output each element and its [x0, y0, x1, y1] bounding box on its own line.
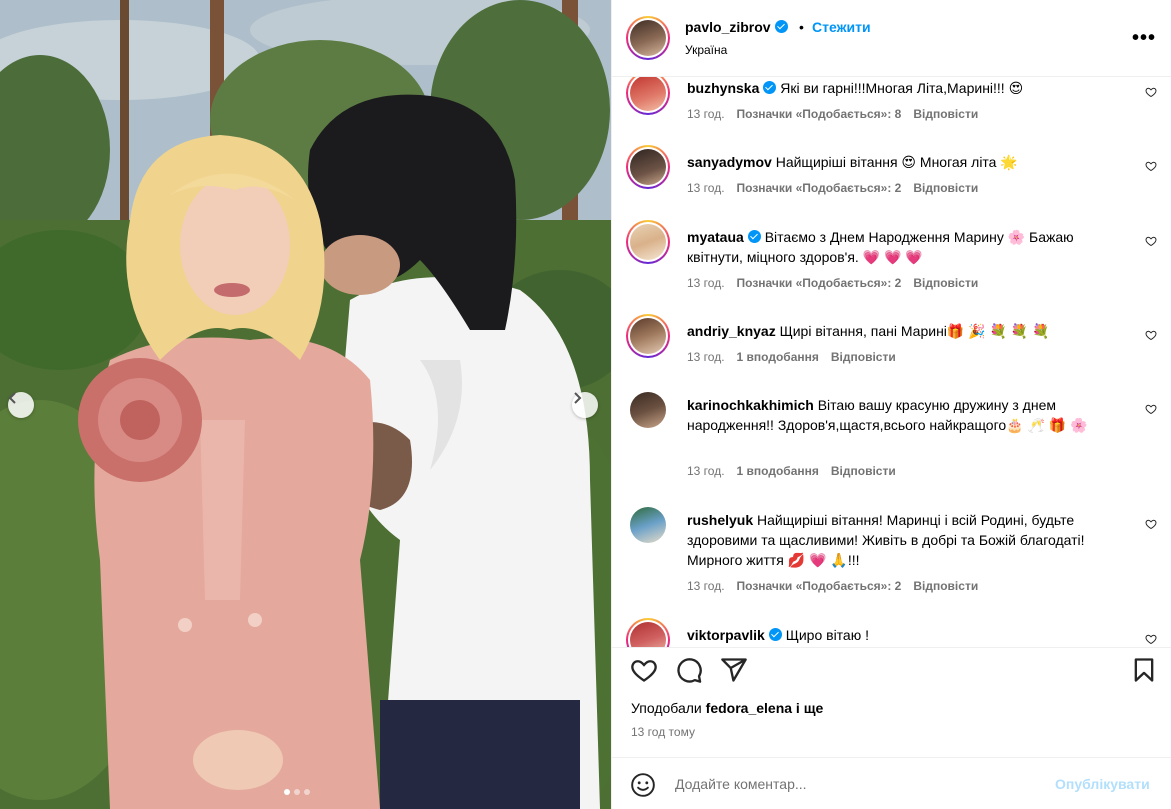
- separator-dot: •: [799, 19, 804, 35]
- comment-input[interactable]: [675, 773, 1045, 795]
- comment-avatar[interactable]: [626, 77, 670, 115]
- post-timestamp[interactable]: 13 год тому: [631, 725, 695, 739]
- comment-text: myataua Вітаємо з Днем Народження Марину…: [687, 229, 1074, 265]
- comment-meta: 13 год. 1 вподобання Відповісти: [687, 464, 896, 478]
- comment-icon[interactable]: [675, 656, 703, 684]
- share-icon[interactable]: [720, 656, 748, 684]
- likes-summary: Уподобали fedora_elena і ще: [631, 700, 824, 716]
- heart-icon[interactable]: [1145, 329, 1157, 341]
- heart-icon[interactable]: [1145, 403, 1157, 415]
- author-username[interactable]: pavlo_zibrov: [685, 19, 788, 35]
- instagram-post-viewer: pavlo_zibrov • Стежити Україна ••• buzhy…: [0, 0, 1171, 809]
- post-location[interactable]: Україна: [685, 43, 727, 57]
- comment-text: andriy_knyaz Щирі вітання, пані Марині🎁 …: [687, 323, 1050, 339]
- comment-avatar[interactable]: [626, 618, 670, 647]
- bookmark-icon[interactable]: [1130, 656, 1158, 684]
- comment-meta: 13 год. 1 вподобання Відповісти: [687, 350, 896, 364]
- comment-meta: 13 год. Позначки «Подобається»: 8 Відповіс…: [687, 107, 979, 121]
- heart-icon[interactable]: [630, 656, 658, 684]
- more-options-icon[interactable]: •••: [1132, 27, 1156, 50]
- comments-list[interactable]: buzhynska Які ви гарні!!!Многая Літа,Мар…: [612, 77, 1171, 647]
- comment-text: buzhynska Які ви гарні!!!Многая Літа,Мар…: [687, 80, 1024, 96]
- post-comment-button[interactable]: Опублікувати: [1055, 776, 1150, 792]
- comment-avatar[interactable]: [630, 507, 666, 543]
- comment-meta: 13 год. Позначки «Подобається»: 2 Відповіс…: [687, 579, 979, 593]
- verified-badge-icon: [747, 230, 761, 243]
- chevron-left-icon: [8, 392, 16, 404]
- carousel-dot: [284, 789, 290, 795]
- comment-avatar[interactable]: [626, 145, 670, 189]
- heart-icon[interactable]: [1145, 633, 1157, 645]
- carousel-prev-button[interactable]: [8, 392, 34, 418]
- follow-button[interactable]: Стежити: [812, 19, 871, 35]
- comment-text: viktorpavlik Щиро вітаю !: [687, 627, 869, 643]
- comment-meta: 13 год. Позначки «Подобається»: 2 Відповіс…: [687, 276, 979, 290]
- post-header: pavlo_zibrov • Стежити Україна •••: [612, 0, 1171, 77]
- comment-text: rushelyuk Найщиріші вітання! Маринці і в…: [687, 512, 1085, 568]
- post-media[interactable]: [0, 0, 611, 809]
- post-sidebar: pavlo_zibrov • Стежити Україна ••• buzhy…: [611, 0, 1171, 809]
- emoji-icon[interactable]: [630, 772, 656, 798]
- comment-meta: 13 год. Позначки «Подобається»: 2 Відповіс…: [687, 181, 979, 195]
- post-photo: [0, 0, 611, 809]
- heart-icon[interactable]: [1145, 160, 1157, 172]
- carousel-dot: [294, 789, 300, 795]
- add-comment-bar: Опублікувати: [612, 757, 1171, 809]
- heart-icon[interactable]: [1145, 518, 1157, 530]
- heart-icon[interactable]: [1145, 86, 1157, 98]
- comment-text: sanyadymov Найщиріші вітання 😍 Многая лі…: [687, 154, 1018, 170]
- carousel-dots: [284, 789, 310, 795]
- carousel-dot: [304, 789, 310, 795]
- verified-badge-icon: [763, 81, 777, 94]
- author-avatar[interactable]: [626, 16, 670, 60]
- chevron-right-icon: [574, 392, 582, 404]
- post-actions: Уподобали fedora_elena і ще 13 год тому: [612, 647, 1171, 757]
- verified-badge-icon: [768, 628, 782, 641]
- verified-badge-icon: [774, 20, 788, 33]
- comment-avatar[interactable]: [626, 314, 670, 358]
- comment-avatar[interactable]: [626, 220, 670, 264]
- heart-icon[interactable]: [1145, 235, 1157, 247]
- carousel-next-button[interactable]: [572, 392, 598, 418]
- comment-avatar[interactable]: [630, 392, 666, 428]
- comment-text: karinochkakhimich Вітаю вашу красуню дру…: [687, 397, 1088, 433]
